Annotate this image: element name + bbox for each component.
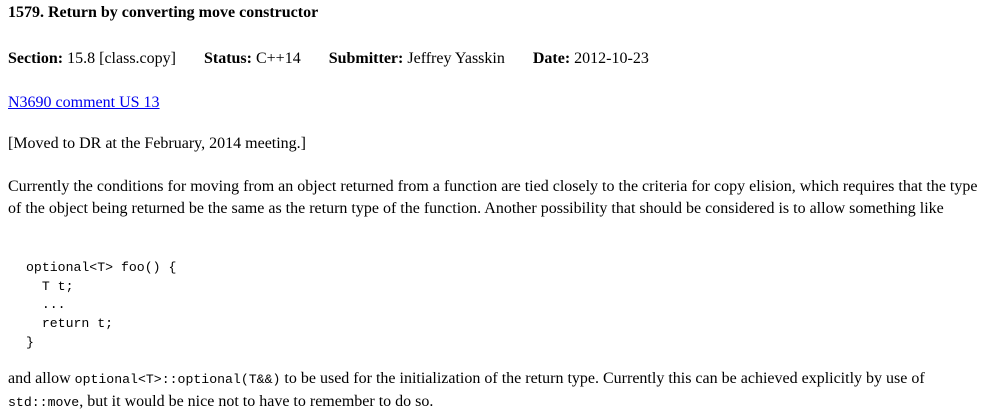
issue-meta-line: Section: 15.8 [class.copy] Status: C++14…	[8, 50, 649, 68]
date-value: 2012-10-23	[574, 50, 649, 67]
status-note: [Moved to DR at the February, 2014 meeti…	[8, 135, 307, 152]
inline-code-constructor: optional<T>::optional(T&&)	[74, 372, 281, 387]
status-value: C++14	[255, 50, 301, 67]
date-label: Date:	[532, 50, 571, 67]
proposal-paragraph: and allow optional<T>::optional(T&&) to …	[8, 368, 983, 414]
code-line: T t;	[26, 278, 74, 294]
issue-description-paragraph: Currently the conditions for moving from…	[8, 178, 978, 217]
code-line: }	[26, 334, 34, 350]
inline-code-std-move: std::move	[8, 395, 80, 410]
code-line: optional<T> foo() {	[26, 260, 177, 275]
code-line: return t;	[26, 316, 114, 332]
proposal-text-1: and allow	[8, 370, 75, 387]
status-label: Status:	[203, 50, 252, 67]
issue-title: 1579. Return by converting move construc…	[8, 4, 319, 21]
submitter-value: Jeffrey Yasskin	[407, 50, 505, 67]
section-label: Section:	[8, 50, 64, 67]
code-line: ...	[26, 297, 66, 313]
comment-reference-link[interactable]: N3690 comment US 13	[8, 94, 160, 112]
code-example: optional<T> foo() { T t; ... return t; }	[26, 259, 176, 353]
section-value: 15.8 [class.copy]	[67, 50, 176, 67]
submitter-label: Submitter:	[328, 50, 404, 67]
proposal-text-3: , but it would be nice not to have to re…	[79, 393, 434, 410]
proposal-text-2: to be used for the initialization of the…	[280, 370, 925, 387]
